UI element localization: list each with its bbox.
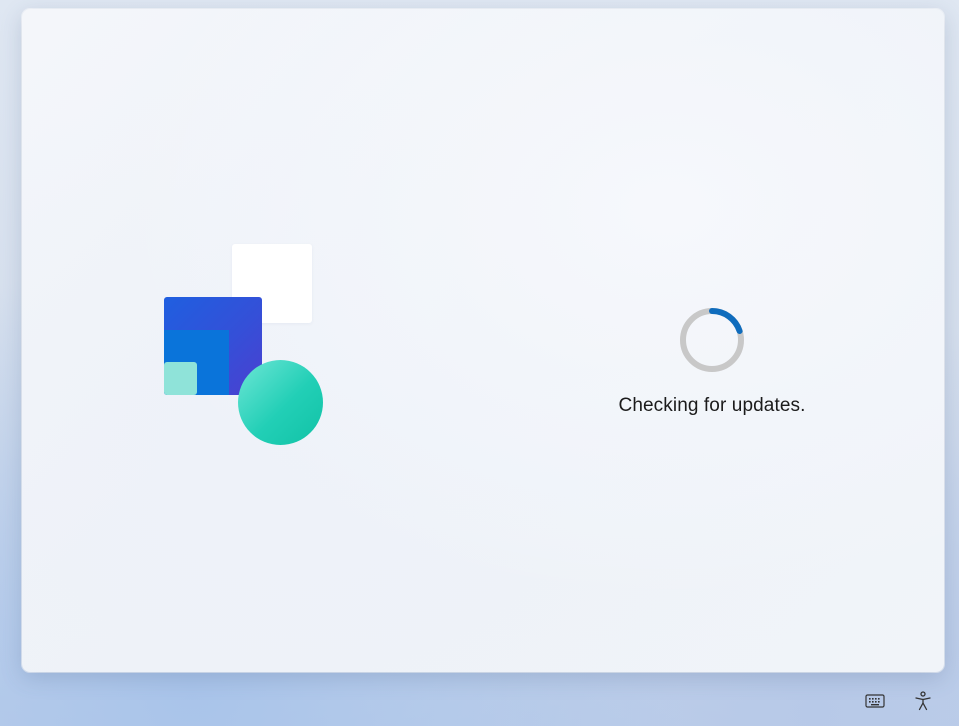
- illustration-teal-circle: [238, 360, 323, 445]
- setup-illustration: [164, 244, 334, 454]
- setup-card: Checking for updates.: [22, 9, 944, 672]
- progress-spinner: [680, 307, 744, 372]
- oobe-screen: Checking for updates.: [0, 0, 959, 726]
- illustration-mint-square: [164, 362, 197, 395]
- keyboard-icon[interactable]: [863, 689, 887, 713]
- status-area: Checking for updates.: [582, 305, 842, 417]
- status-message: Checking for updates.: [618, 395, 806, 416]
- accessibility-icon[interactable]: [911, 689, 935, 713]
